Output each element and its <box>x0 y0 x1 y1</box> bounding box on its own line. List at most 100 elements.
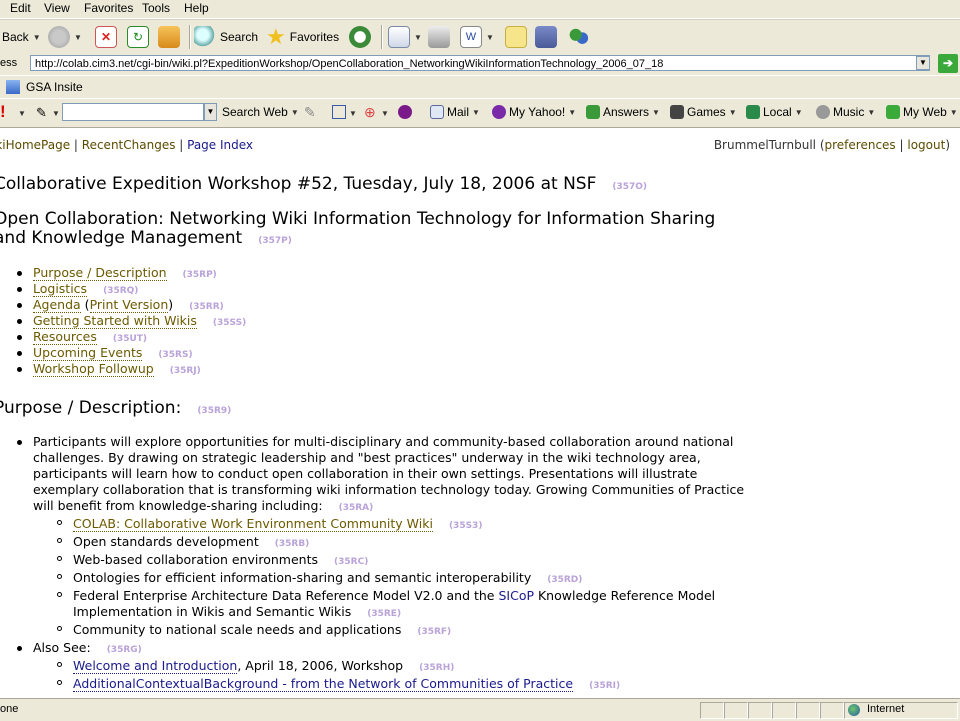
edit-dropdown-icon[interactable]: ▼ <box>486 33 494 42</box>
yahoo-search-input[interactable] <box>62 103 204 121</box>
user-bar: BrummelTurnbull (preferences | logout) <box>713 138 950 152</box>
mail-button[interactable]: ▼ <box>388 24 422 50</box>
refresh-button[interactable]: ↻ <box>127 24 149 50</box>
messenger-button[interactable] <box>568 24 590 50</box>
my-yahoo-dropdown-icon[interactable]: ▼ <box>568 108 576 117</box>
wiki-home-link[interactable]: ikiHomePage <box>0 138 70 152</box>
edit-button[interactable]: W ▼ <box>460 24 494 50</box>
local-label: Local <box>763 105 792 119</box>
toc-link[interactable]: Getting Started with Wikis <box>33 313 197 329</box>
menu-favorites[interactable]: Favorites <box>84 1 133 15</box>
node-id[interactable]: (35RR) <box>189 302 224 312</box>
menu-edit[interactable]: Edit <box>10 1 31 15</box>
music-dropdown-icon[interactable]: ▼ <box>867 108 875 117</box>
stop-button[interactable]: ✕ <box>95 24 117 50</box>
discuss-button[interactable] <box>505 24 527 50</box>
my-web-dropdown-icon[interactable]: ▼ <box>950 108 958 117</box>
node-id[interactable]: (35RD) <box>547 575 582 585</box>
history-button[interactable] <box>349 24 371 50</box>
back-button[interactable]: Back ▼ <box>2 24 41 50</box>
games-dropdown-icon[interactable]: ▼ <box>729 108 737 117</box>
answers-dropdown-icon[interactable]: ▼ <box>652 108 660 117</box>
node-id[interactable]: (35RB) <box>275 539 310 549</box>
games-button[interactable]: Games ▼ <box>670 105 737 119</box>
popup-blocker-icon[interactable] <box>332 105 346 119</box>
yahoo-search-dropdown-icon[interactable]: ▼ <box>204 103 217 121</box>
background-link[interactable]: AdditionalContextualBackground - from th… <box>73 676 574 692</box>
print-version-link[interactable]: Print Version <box>89 297 169 313</box>
link-gsa-insite[interactable]: GSA Insite <box>26 80 83 94</box>
node-id[interactable]: (35SS) <box>213 318 246 328</box>
node-id[interactable]: (357P) <box>258 236 292 246</box>
node-id[interactable]: (35S3) <box>449 521 483 531</box>
go-arrow-icon[interactable]: ➔ <box>938 54 958 73</box>
node-id[interactable]: (35RQ) <box>103 286 138 296</box>
node-id[interactable]: (357O) <box>612 182 647 192</box>
my-web-icon <box>886 105 900 119</box>
sicop-link[interactable]: SICoP <box>498 588 534 603</box>
node-id[interactable]: (35R9) <box>197 406 231 416</box>
home-button[interactable] <box>158 24 180 50</box>
menu-tools[interactable]: Tools <box>142 1 170 15</box>
colab-link[interactable]: COLAB: Collaborative Work Environment Co… <box>73 516 433 532</box>
yahoo-logo-icon[interactable]: ! <box>0 102 6 122</box>
preferences-link[interactable]: preferences <box>825 138 896 152</box>
my-yahoo-label: My Yahoo! <box>509 105 566 119</box>
forward-dropdown-icon[interactable]: ▼ <box>74 33 82 42</box>
pencil-icon[interactable]: ✎ <box>36 105 47 121</box>
yahoo-menu-dropdown-icon[interactable]: ▼ <box>18 109 26 118</box>
page-index-link[interactable]: Page Index <box>187 138 253 152</box>
target-icon[interactable]: ⊕ <box>364 104 376 121</box>
research-button[interactable] <box>535 24 557 50</box>
list-item: Ontologies for efficient information-sha… <box>56 570 766 588</box>
music-button[interactable]: Music ▼ <box>816 105 875 119</box>
my-yahoo-button[interactable]: My Yahoo! ▼ <box>492 105 576 119</box>
toc-item: Purpose / Description (35RP) <box>16 265 246 281</box>
toc-link[interactable]: Upcoming Events <box>33 345 143 361</box>
search-button[interactable]: Search <box>194 24 258 50</box>
answers-button[interactable]: Answers ▼ <box>586 105 660 119</box>
search-web-dropdown-icon[interactable]: ▼ <box>291 108 299 117</box>
node-id[interactable]: (35RH) <box>419 663 454 673</box>
menu-view[interactable]: View <box>44 1 70 15</box>
address-input[interactable]: http://colab.cim3.net/cgi-bin/wiki.pl?Ex… <box>30 55 930 71</box>
node-id[interactable]: (35RE) <box>367 609 401 619</box>
page-subtitle-line1: Open Collaboration: Networking Wiki Info… <box>0 209 716 229</box>
forward-button[interactable]: ▼ <box>48 24 82 50</box>
node-id[interactable]: (35RG) <box>107 645 142 655</box>
node-id[interactable]: (35RI) <box>589 681 620 691</box>
mail-dropdown-icon[interactable]: ▼ <box>414 33 422 42</box>
welcome-link[interactable]: Welcome and Introduction <box>73 658 238 674</box>
yahoo-mail-button[interactable]: Mail ▼ <box>430 105 480 119</box>
recent-changes-link[interactable]: RecentChanges <box>82 138 176 152</box>
highlight-icon[interactable]: ✎ <box>304 104 316 121</box>
node-id[interactable]: (35RA) <box>339 503 374 513</box>
node-id[interactable]: (35RP) <box>183 270 217 280</box>
mail-menu-dropdown-icon[interactable]: ▼ <box>472 108 480 117</box>
pencil-dropdown-icon[interactable]: ▼ <box>52 109 60 118</box>
node-id[interactable]: (35UT) <box>113 334 147 344</box>
address-dropdown-icon[interactable]: ▼ <box>916 56 930 70</box>
logout-link[interactable]: logout <box>907 138 945 152</box>
toc-link[interactable]: Purpose / Description <box>33 265 167 281</box>
local-button[interactable]: Local ▼ <box>746 105 803 119</box>
print-button[interactable] <box>428 24 450 50</box>
menu-help[interactable]: Help <box>184 1 209 15</box>
search-web-button[interactable]: Search Web ▼ <box>222 105 299 119</box>
popup-dropdown-icon[interactable]: ▼ <box>349 109 357 118</box>
local-dropdown-icon[interactable]: ▼ <box>795 108 803 117</box>
list-item: COLAB: Collaborative Work Environment Co… <box>56 516 766 534</box>
my-web-button[interactable]: My Web ▼ <box>886 105 958 119</box>
headphones-icon[interactable] <box>398 105 412 119</box>
target-dropdown-icon[interactable]: ▼ <box>381 109 389 118</box>
toc-link[interactable]: Resources <box>33 329 97 345</box>
toc-link[interactable]: Logistics <box>33 281 88 297</box>
node-id[interactable]: (35RC) <box>334 557 368 567</box>
toc-link[interactable]: Workshop Followup <box>33 361 154 377</box>
toc-link[interactable]: Agenda <box>33 297 81 313</box>
favorites-button[interactable]: ★ Favorites <box>266 24 339 50</box>
node-id[interactable]: (35RS) <box>158 350 192 360</box>
back-dropdown-icon[interactable]: ▼ <box>33 33 41 42</box>
node-id[interactable]: (35RJ) <box>170 366 201 376</box>
node-id[interactable]: (35RF) <box>417 627 451 637</box>
